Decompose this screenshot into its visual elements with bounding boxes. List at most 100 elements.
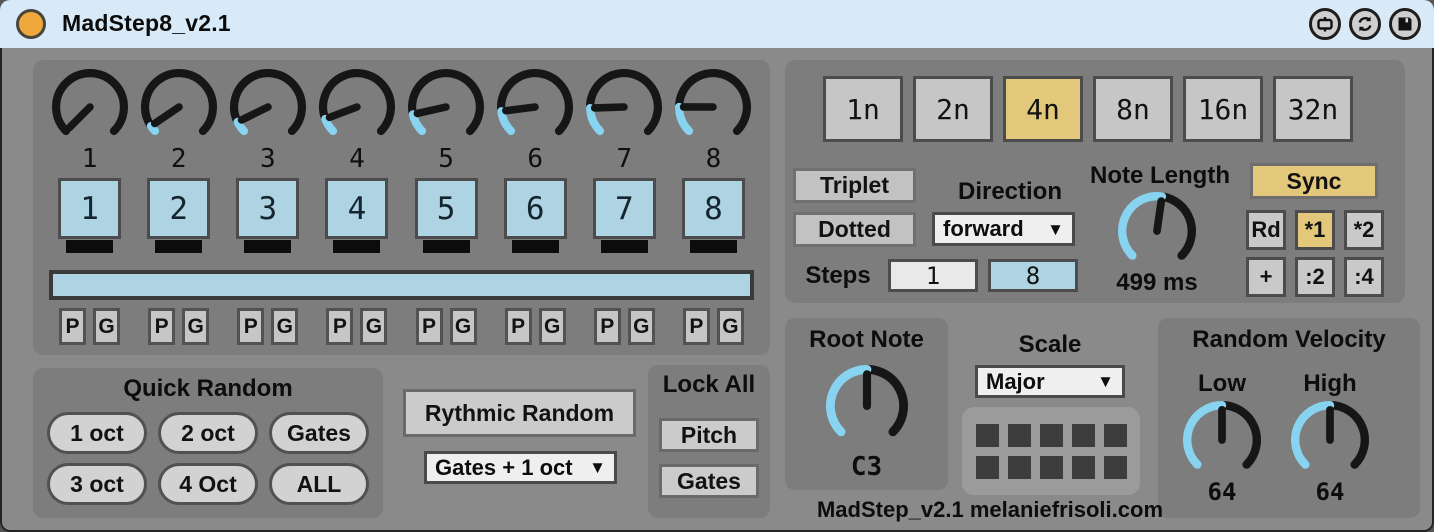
scale-grid-cell[interactable] [1072, 424, 1095, 447]
gate-lock-button[interactable]: G [539, 308, 566, 345]
rythmic-random-dropdown[interactable]: Gates + 1 oct ▼ [424, 451, 617, 484]
rythmic-random-dropdown-value: Gates + 1 oct [435, 455, 573, 481]
note-length-knob[interactable] [1117, 191, 1197, 276]
pitch-knob[interactable] [229, 68, 307, 151]
sync-mult-button[interactable]: :2 [1295, 257, 1335, 297]
scale-degree-grid [976, 424, 1127, 479]
step-gate-toggle[interactable] [66, 240, 113, 253]
sync-mult-button[interactable]: + [1246, 257, 1286, 297]
gate-lock-button[interactable]: G [450, 308, 477, 345]
scale-dropdown[interactable]: Major ▼ [975, 365, 1125, 398]
gate-lock-button[interactable]: G [360, 308, 387, 345]
velocity-low-knob[interactable] [1182, 400, 1262, 485]
step-gate-toggle[interactable] [512, 240, 559, 253]
scale-grid-cell[interactable] [1008, 456, 1031, 479]
pitch-lock-button[interactable]: P [59, 308, 86, 345]
note-division-button[interactable]: 16n [1183, 76, 1263, 142]
direction-dropdown[interactable]: forward ▼ [932, 212, 1075, 246]
triplet-button[interactable]: Triplet [793, 168, 916, 203]
presentation-icon[interactable] [1309, 8, 1341, 40]
scale-grid-cell[interactable] [976, 424, 999, 447]
scale-grid-cell[interactable] [976, 456, 999, 479]
quick-random-button[interactable]: 3 oct [47, 463, 147, 505]
note-division-button[interactable]: 2n [913, 76, 993, 142]
reload-icon[interactable] [1349, 8, 1381, 40]
note-division-button[interactable]: 8n [1093, 76, 1173, 142]
quick-random-button[interactable]: Gates [269, 412, 369, 454]
pitch-lock-button[interactable]: P [148, 308, 175, 345]
pitch-lock-button[interactable]: P [683, 308, 710, 345]
pitch-lock-button[interactable]: P [237, 308, 264, 345]
note-length-label: Note Length [1075, 162, 1245, 190]
velocity-high-value: 64 [1290, 478, 1370, 506]
pitch-knob[interactable] [674, 68, 752, 151]
step-button[interactable]: 2 [147, 178, 210, 239]
sync-mult-button[interactable]: *2 [1344, 210, 1384, 250]
note-division-button[interactable]: 32n [1273, 76, 1353, 142]
scale-grid-cell[interactable] [1008, 424, 1031, 447]
pitch-knob[interactable] [51, 68, 129, 151]
pitch-knob[interactable] [407, 68, 485, 151]
lock-pitch-button[interactable]: Pitch [659, 418, 759, 452]
step-gate-toggle[interactable] [690, 240, 737, 253]
root-note-knob[interactable] [825, 364, 909, 453]
pitch-knob[interactable] [496, 68, 574, 151]
note-division-button[interactable]: 1n [823, 76, 903, 142]
step-gate-toggle[interactable] [155, 240, 202, 253]
pitch-lock-button[interactable]: P [326, 308, 353, 345]
steps-first-numbox[interactable]: 1 [888, 259, 978, 292]
scale-grid-cell[interactable] [1072, 456, 1095, 479]
step-gate-toggle[interactable] [244, 240, 291, 253]
root-note-value: C3 [785, 452, 948, 482]
pitch-knob[interactable] [585, 68, 663, 151]
pitch-lock-button[interactable]: P [505, 308, 532, 345]
pitch-knob[interactable] [318, 68, 396, 151]
note-division-button[interactable]: 4n [1003, 76, 1083, 142]
gate-lock-button[interactable]: G [271, 308, 298, 345]
device-power-button[interactable] [16, 9, 46, 39]
step-button[interactable]: 6 [504, 178, 567, 239]
step-gate-toggle[interactable] [601, 240, 648, 253]
pitch-knob[interactable] [140, 68, 218, 151]
pitch-lock-button[interactable]: P [594, 308, 621, 345]
scale-grid-cell[interactable] [1104, 424, 1127, 447]
step-gate-toggle[interactable] [423, 240, 470, 253]
quick-random-button[interactable]: ALL [269, 463, 369, 505]
sync-mult-button[interactable]: *1 [1295, 210, 1335, 250]
pitch-multislider[interactable] [49, 270, 754, 300]
scale-grid-cell[interactable] [1104, 456, 1127, 479]
rythmic-random-button[interactable]: Rythmic Random [403, 389, 636, 437]
step-button[interactable]: 5 [415, 178, 478, 239]
pitch-lock-button[interactable]: P [416, 308, 443, 345]
gate-lock-button[interactable]: G [717, 308, 744, 345]
quick-random-button[interactable]: 2 oct [158, 412, 258, 454]
knob-label: 4 [349, 144, 365, 174]
step-button[interactable]: 8 [682, 178, 745, 239]
gate-lock-button[interactable]: G [182, 308, 209, 345]
scale-dropdown-value: Major [986, 369, 1045, 395]
sync-mult-button[interactable]: Rd [1246, 210, 1286, 250]
velocity-high-knob[interactable] [1290, 400, 1370, 485]
credit-text: MadStep_v2.1 melaniefrisoli.com [785, 497, 1195, 523]
step-button[interactable]: 7 [593, 178, 656, 239]
dotted-button[interactable]: Dotted [793, 212, 916, 247]
scale-title: Scale [975, 331, 1125, 359]
direction-label: Direction [925, 178, 1095, 206]
scale-grid-cell[interactable] [1040, 456, 1063, 479]
knob-cell: 8 [669, 68, 758, 174]
gate-lock-button[interactable]: G [628, 308, 655, 345]
sync-mult-button[interactable]: :4 [1344, 257, 1384, 297]
step-button[interactable]: 1 [58, 178, 121, 239]
sync-button[interactable]: Sync [1250, 163, 1378, 199]
lock-gates-button[interactable]: Gates [659, 464, 759, 498]
scale-grid-cell[interactable] [1040, 424, 1063, 447]
steps-last-numbox[interactable]: 8 [988, 259, 1078, 292]
chevron-down-icon: ▼ [589, 459, 606, 476]
gate-lock-button[interactable]: G [93, 308, 120, 345]
quick-random-button[interactable]: 4 Oct [158, 463, 258, 505]
step-button[interactable]: 3 [236, 178, 299, 239]
step-button[interactable]: 4 [325, 178, 388, 239]
save-icon[interactable] [1389, 8, 1421, 40]
step-gate-toggle[interactable] [333, 240, 380, 253]
quick-random-button[interactable]: 1 oct [47, 412, 147, 454]
